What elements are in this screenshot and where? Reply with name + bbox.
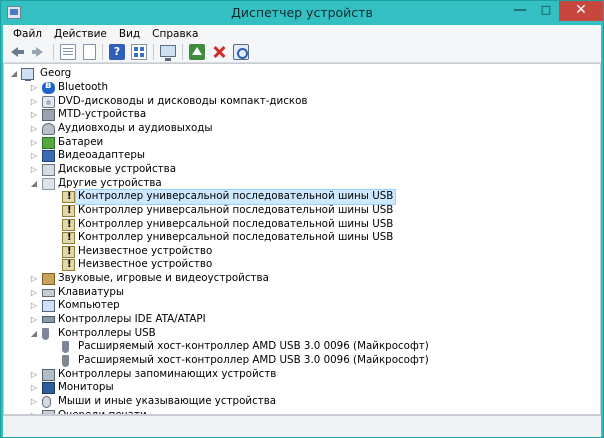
collapsed-arrow-icon[interactable]: ▷ — [30, 124, 38, 133]
device-manager-window: Диспетчер устройств — □ ✕ Файл Действие … — [0, 0, 604, 438]
tree-item-label: Компьютер — [58, 299, 120, 312]
warning-device-icon — [62, 204, 75, 217]
collapsed-arrow-icon[interactable]: ▷ — [30, 84, 38, 92]
uninstall-icon[interactable] — [211, 44, 227, 60]
bluetooth-icon — [42, 80, 55, 94]
collapsed-arrow-icon[interactable]: ▷ — [30, 275, 38, 283]
collapsed-arrow-icon[interactable]: ▷ — [30, 397, 38, 406]
root-label: Georg — [40, 67, 72, 79]
device-tree[interactable]: ◢ Georg ▷ Bluetooth ▷ DVD-дисководы и диско… — [3, 63, 601, 415]
toolbar: ? — [3, 42, 601, 63]
other-devices-icon — [42, 177, 55, 190]
storage-controller-icon — [42, 368, 55, 381]
update-driver-icon[interactable] — [189, 44, 205, 60]
collapsed-arrow-icon[interactable]: ▷ — [30, 165, 38, 174]
scan-hardware-icon[interactable] — [233, 44, 249, 60]
expanded-arrow-icon[interactable]: ◢ — [30, 179, 38, 188]
warning-device-icon — [62, 245, 75, 258]
tree-item-label: Дисковые устройства — [58, 162, 177, 175]
tree-item-label: Мыши и иные указывающие устройства — [58, 394, 277, 407]
computer-icon — [21, 68, 34, 81]
tree-item-label: Видеоадаптеры — [58, 149, 145, 162]
warning-device-icon — [62, 218, 75, 231]
monitor-icon[interactable] — [160, 45, 176, 61]
minimize-button[interactable]: — — [507, 1, 533, 21]
forward-icon[interactable] — [31, 44, 47, 60]
usb-device-icon — [62, 355, 69, 367]
tree-item-label: Клавиатуры — [58, 285, 125, 298]
tree-item-label: Bluetooth — [58, 81, 108, 93]
tree-item-label: Неизвестное устройство — [78, 244, 213, 257]
menu-help[interactable]: Справка — [146, 28, 204, 40]
tree-item-label: Неизвестное устройство — [78, 258, 213, 271]
title-bar[interactable]: Диспетчер устройств — □ ✕ — [1, 1, 603, 25]
usb-device-icon — [62, 341, 69, 354]
tree-item-label: Расширяемый хост-контроллер AMD USB 3.0 … — [78, 354, 429, 366]
tree-item-label: Мониторы — [58, 381, 114, 394]
ide-icon — [42, 316, 55, 324]
warning-device-icon — [62, 259, 75, 272]
display-adapter-icon — [42, 150, 55, 163]
tree-item-label: Контроллеры USB — [58, 326, 156, 339]
tree-item-label: Другие устройства — [58, 176, 162, 189]
menu-file[interactable]: Файл — [7, 28, 48, 40]
back-icon[interactable] — [9, 44, 25, 60]
sound-icon — [42, 273, 55, 286]
expanded-arrow-icon[interactable]: ◢ — [30, 329, 38, 338]
collapsed-arrow-icon[interactable]: ▷ — [30, 288, 38, 297]
disk-drive-icon — [42, 163, 55, 176]
tree-item-label: MTD-устройства — [58, 108, 147, 121]
collapsed-arrow-icon[interactable]: ▷ — [30, 316, 38, 324]
page-icon[interactable] — [83, 44, 96, 60]
tree-item-label: Контроллер универсальной последовательно… — [78, 231, 394, 244]
tree-item-label: Контроллер универсальной последовательно… — [78, 217, 394, 230]
toolbar-separator — [182, 44, 183, 60]
toolbar-separator — [53, 44, 54, 60]
tree-item-label: Батареи — [58, 135, 104, 148]
computer-icon — [42, 300, 55, 313]
collapsed-arrow-icon[interactable]: ▷ — [30, 302, 38, 310]
status-bar — [3, 415, 601, 437]
collapsed-arrow-icon[interactable]: ▷ — [30, 384, 38, 392]
expanded-arrow-icon[interactable]: ◢ — [10, 70, 18, 78]
mtd-icon — [42, 109, 55, 122]
tree-item-label: Расширяемый хост-контроллер AMD USB 3.0 … — [78, 340, 429, 353]
tree-item-label: Контроллеры IDE ATA/ATAPI — [58, 313, 206, 326]
collapsed-arrow-icon[interactable]: ▷ — [30, 152, 38, 160]
toolbar-separator — [102, 44, 103, 60]
menu-action[interactable]: Действие — [48, 28, 113, 40]
collapsed-arrow-icon[interactable]: ▷ — [30, 138, 38, 147]
close-button[interactable]: ✕ — [559, 1, 603, 21]
toolbar-separator — [153, 44, 154, 60]
tree-item-label: DVD-дисководы и дисководы компакт-дисков — [58, 94, 308, 107]
keyboard-icon — [42, 288, 55, 297]
menu-view[interactable]: Вид — [113, 28, 146, 40]
monitor-icon — [42, 382, 55, 395]
tree-item-label: Звуковые, игровые и видеоустройства — [58, 272, 269, 285]
properties-grid-icon[interactable] — [60, 44, 76, 60]
mouse-icon — [42, 395, 51, 408]
tree-item-label: Контроллер универсальной последовательно… — [74, 189, 397, 205]
tree-item-label: Аудиовходы и аудиовыходы — [58, 121, 213, 134]
battery-icon — [42, 136, 55, 149]
collapsed-arrow-icon[interactable]: ▷ — [30, 111, 38, 119]
warning-device-icon — [62, 191, 75, 204]
help-icon[interactable]: ? — [109, 44, 125, 60]
audio-io-icon — [42, 122, 55, 135]
maximize-button[interactable]: □ — [533, 1, 559, 21]
menu-bar: Файл Действие Вид Справка — [3, 25, 601, 42]
dvd-icon — [42, 95, 55, 108]
warning-device-icon — [62, 232, 75, 245]
tree-item-label: Контроллер универсальной последовательно… — [78, 203, 394, 216]
collapsed-arrow-icon[interactable]: ▷ — [30, 97, 38, 106]
view-list-icon[interactable] — [131, 44, 147, 60]
tree-item-label: Контроллеры запоминающих устройств — [58, 367, 277, 380]
usb-icon — [42, 327, 49, 340]
collapsed-arrow-icon[interactable]: ▷ — [30, 370, 38, 379]
